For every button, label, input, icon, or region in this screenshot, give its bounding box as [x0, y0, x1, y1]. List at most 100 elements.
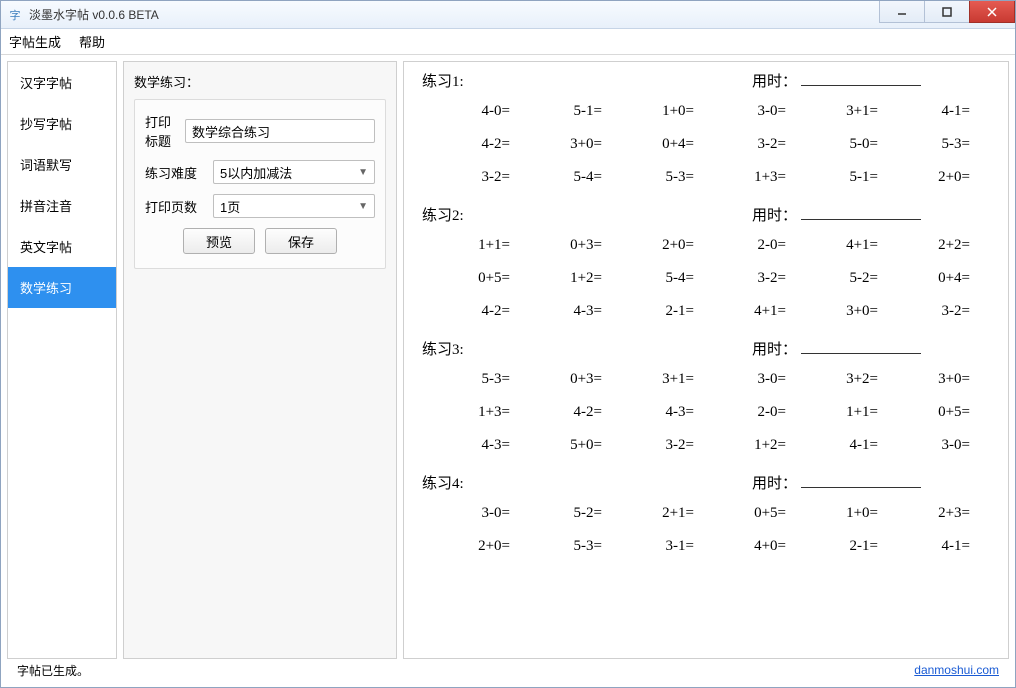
exercise-cell: 3-0=	[698, 363, 790, 396]
exercise-cell: 4-2=	[422, 295, 514, 328]
sidebar-item-3[interactable]: 拼音注音	[8, 185, 116, 226]
exercise-cell: 3-2=	[698, 128, 790, 161]
exercise-cell: 4-3=	[422, 429, 514, 462]
exercise-cell: 3-1=	[606, 530, 698, 563]
save-button[interactable]: 保存	[265, 228, 337, 254]
chevron-down-icon: ▼	[358, 201, 368, 212]
time-blank	[801, 72, 921, 86]
exercise-row: 4-2=3+0=0+4=3-2=5-0=5-3=	[422, 128, 996, 161]
status-text: 字帖已生成。	[17, 662, 89, 679]
maximize-button[interactable]	[924, 1, 970, 23]
client-area: 汉字字帖抄写字帖词语默写拼音注音英文字帖数学练习 数学练习： 打印标题 练习难度…	[1, 55, 1015, 687]
exercise-cell: 4-3=	[606, 396, 698, 429]
exercise-row: 5-3=0+3=3+1=3-0=3+2=3+0=	[422, 363, 996, 396]
exercise-cell: 0+4=	[882, 262, 974, 295]
sidebar-item-0[interactable]: 汉字字帖	[8, 62, 116, 103]
exercise-title: 练习3:	[422, 338, 752, 359]
exercise-cell: 1+3=	[422, 396, 514, 429]
exercise-cell: 5-4=	[606, 262, 698, 295]
menu-generate[interactable]: 字帖生成	[9, 32, 61, 51]
sidebar-item-1[interactable]: 抄写字帖	[8, 103, 116, 144]
exercise-cell: 3+1=	[606, 363, 698, 396]
exercise-grid: 1+1=0+3=2+0=2-0=4+1=2+2=0+5=1+2=5-4=3-2=…	[422, 229, 996, 328]
minimize-button[interactable]	[879, 1, 925, 23]
exercise-cell: 0+5=	[698, 497, 790, 530]
menubar: 字帖生成 帮助	[1, 29, 1015, 55]
exercise-cell: 0+3=	[514, 363, 606, 396]
preview-button[interactable]: 预览	[183, 228, 255, 254]
exercise-cell: 3-2=	[698, 262, 790, 295]
exercise-row: 3-2=5-4=5-3=1+3=5-1=2+0=	[422, 161, 996, 194]
exercise-row: 1+1=0+3=2+0=2-0=4+1=2+2=	[422, 229, 996, 262]
exercise-cell: 4-1=	[882, 95, 974, 128]
exercise-row: 1+3=4-2=4-3=2-0=1+1=0+5=	[422, 396, 996, 429]
exercise-cell: 5-2=	[514, 497, 606, 530]
exercise-cell: 4+0=	[698, 530, 790, 563]
exercise-cell: 2+1=	[606, 497, 698, 530]
exercise-header: 练习1:用时：	[422, 70, 996, 91]
status-link[interactable]: danmoshui.com	[914, 663, 999, 677]
exercise-cell: 5-3=	[606, 161, 698, 194]
exercise-header: 练习3:用时：	[422, 338, 996, 359]
exercise-cell: 1+1=	[790, 396, 882, 429]
time-blank	[801, 340, 921, 354]
exercise-cell: 4-2=	[514, 396, 606, 429]
exercise-cell: 2-0=	[698, 229, 790, 262]
select-pages[interactable]: 1页 ▼	[213, 194, 375, 218]
sidebar-item-4[interactable]: 英文字帖	[8, 226, 116, 267]
exercise-cell: 3-0=	[422, 497, 514, 530]
menu-help[interactable]: 帮助	[79, 32, 105, 51]
sidebar-item-5[interactable]: 数学练习	[8, 267, 116, 308]
exercise-cell: 5-3=	[422, 363, 514, 396]
options-box: 打印标题 练习难度 5以内加减法 ▼ 打印页数 1页	[134, 99, 386, 269]
close-icon	[987, 7, 997, 17]
label-difficulty: 练习难度	[145, 163, 207, 182]
exercise-cell: 4-3=	[514, 295, 606, 328]
exercise-cell: 1+1=	[422, 229, 514, 262]
exercise-cell: 2+0=	[422, 530, 514, 563]
exercise-cell: 4+1=	[698, 295, 790, 328]
exercise-cell: 5-0=	[790, 128, 882, 161]
titlebar: 字 淡墨水字帖 v0.0.6 BETA	[1, 1, 1015, 29]
input-print-title[interactable]	[185, 119, 375, 143]
statusbar: 字帖已生成。 danmoshui.com	[7, 659, 1009, 681]
exercise-cell: 0+3=	[514, 229, 606, 262]
workarea: 汉字字帖抄写字帖词语默写拼音注音英文字帖数学练习 数学练习： 打印标题 练习难度…	[7, 61, 1009, 659]
maximize-icon	[942, 7, 952, 17]
exercise-row: 4-3=5+0=3-2=1+2=4-1=3-0=	[422, 429, 996, 462]
button-row: 预览 保存	[145, 228, 375, 254]
row-print-title: 打印标题	[145, 112, 375, 150]
exercise-cell: 2-1=	[790, 530, 882, 563]
sidebar-item-2[interactable]: 词语默写	[8, 144, 116, 185]
exercise-cell: 2+0=	[882, 161, 974, 194]
sidebar: 汉字字帖抄写字帖词语默写拼音注音英文字帖数学练习	[7, 61, 117, 659]
exercise-cell: 3+0=	[882, 363, 974, 396]
preview-pane[interactable]: 练习1:用时：4-0=5-1=1+0=3-0=3+1=4-1=4-2=3+0=0…	[403, 61, 1009, 659]
time-blank	[801, 206, 921, 220]
exercise-block: 练习4:用时：3-0=5-2=2+1=0+5=1+0=2+3=2+0=5-3=3…	[422, 472, 996, 563]
chevron-down-icon: ▼	[358, 167, 368, 178]
app-icon: 字	[7, 7, 23, 23]
label-print-title: 打印标题	[145, 112, 179, 150]
exercise-cell: 5-3=	[882, 128, 974, 161]
time-label: 用时：	[752, 338, 797, 359]
app-window: 字 淡墨水字帖 v0.0.6 BETA 字帖生成 帮助 汉字字帖抄写字帖词语默写…	[0, 0, 1016, 688]
select-difficulty-value: 5以内加减法	[220, 163, 292, 182]
exercise-cell: 4-1=	[790, 429, 882, 462]
exercise-cell: 2-1=	[606, 295, 698, 328]
time-label: 用时：	[752, 472, 797, 493]
exercise-cell: 2+2=	[882, 229, 974, 262]
exercise-cell: 4+1=	[790, 229, 882, 262]
close-button[interactable]	[969, 1, 1015, 23]
exercise-time: 用时：	[752, 472, 921, 493]
options-panel: 数学练习： 打印标题 练习难度 5以内加减法 ▼ 打印页数	[123, 61, 397, 659]
exercise-cell: 5-1=	[514, 95, 606, 128]
exercise-cell: 2+0=	[606, 229, 698, 262]
exercise-row: 3-0=5-2=2+1=0+5=1+0=2+3=	[422, 497, 996, 530]
exercise-cell: 2+3=	[882, 497, 974, 530]
window-title: 淡墨水字帖 v0.0.6 BETA	[29, 6, 159, 23]
select-difficulty[interactable]: 5以内加减法 ▼	[213, 160, 375, 184]
exercise-cell: 1+0=	[606, 95, 698, 128]
exercise-cell: 1+0=	[790, 497, 882, 530]
time-blank	[801, 474, 921, 488]
